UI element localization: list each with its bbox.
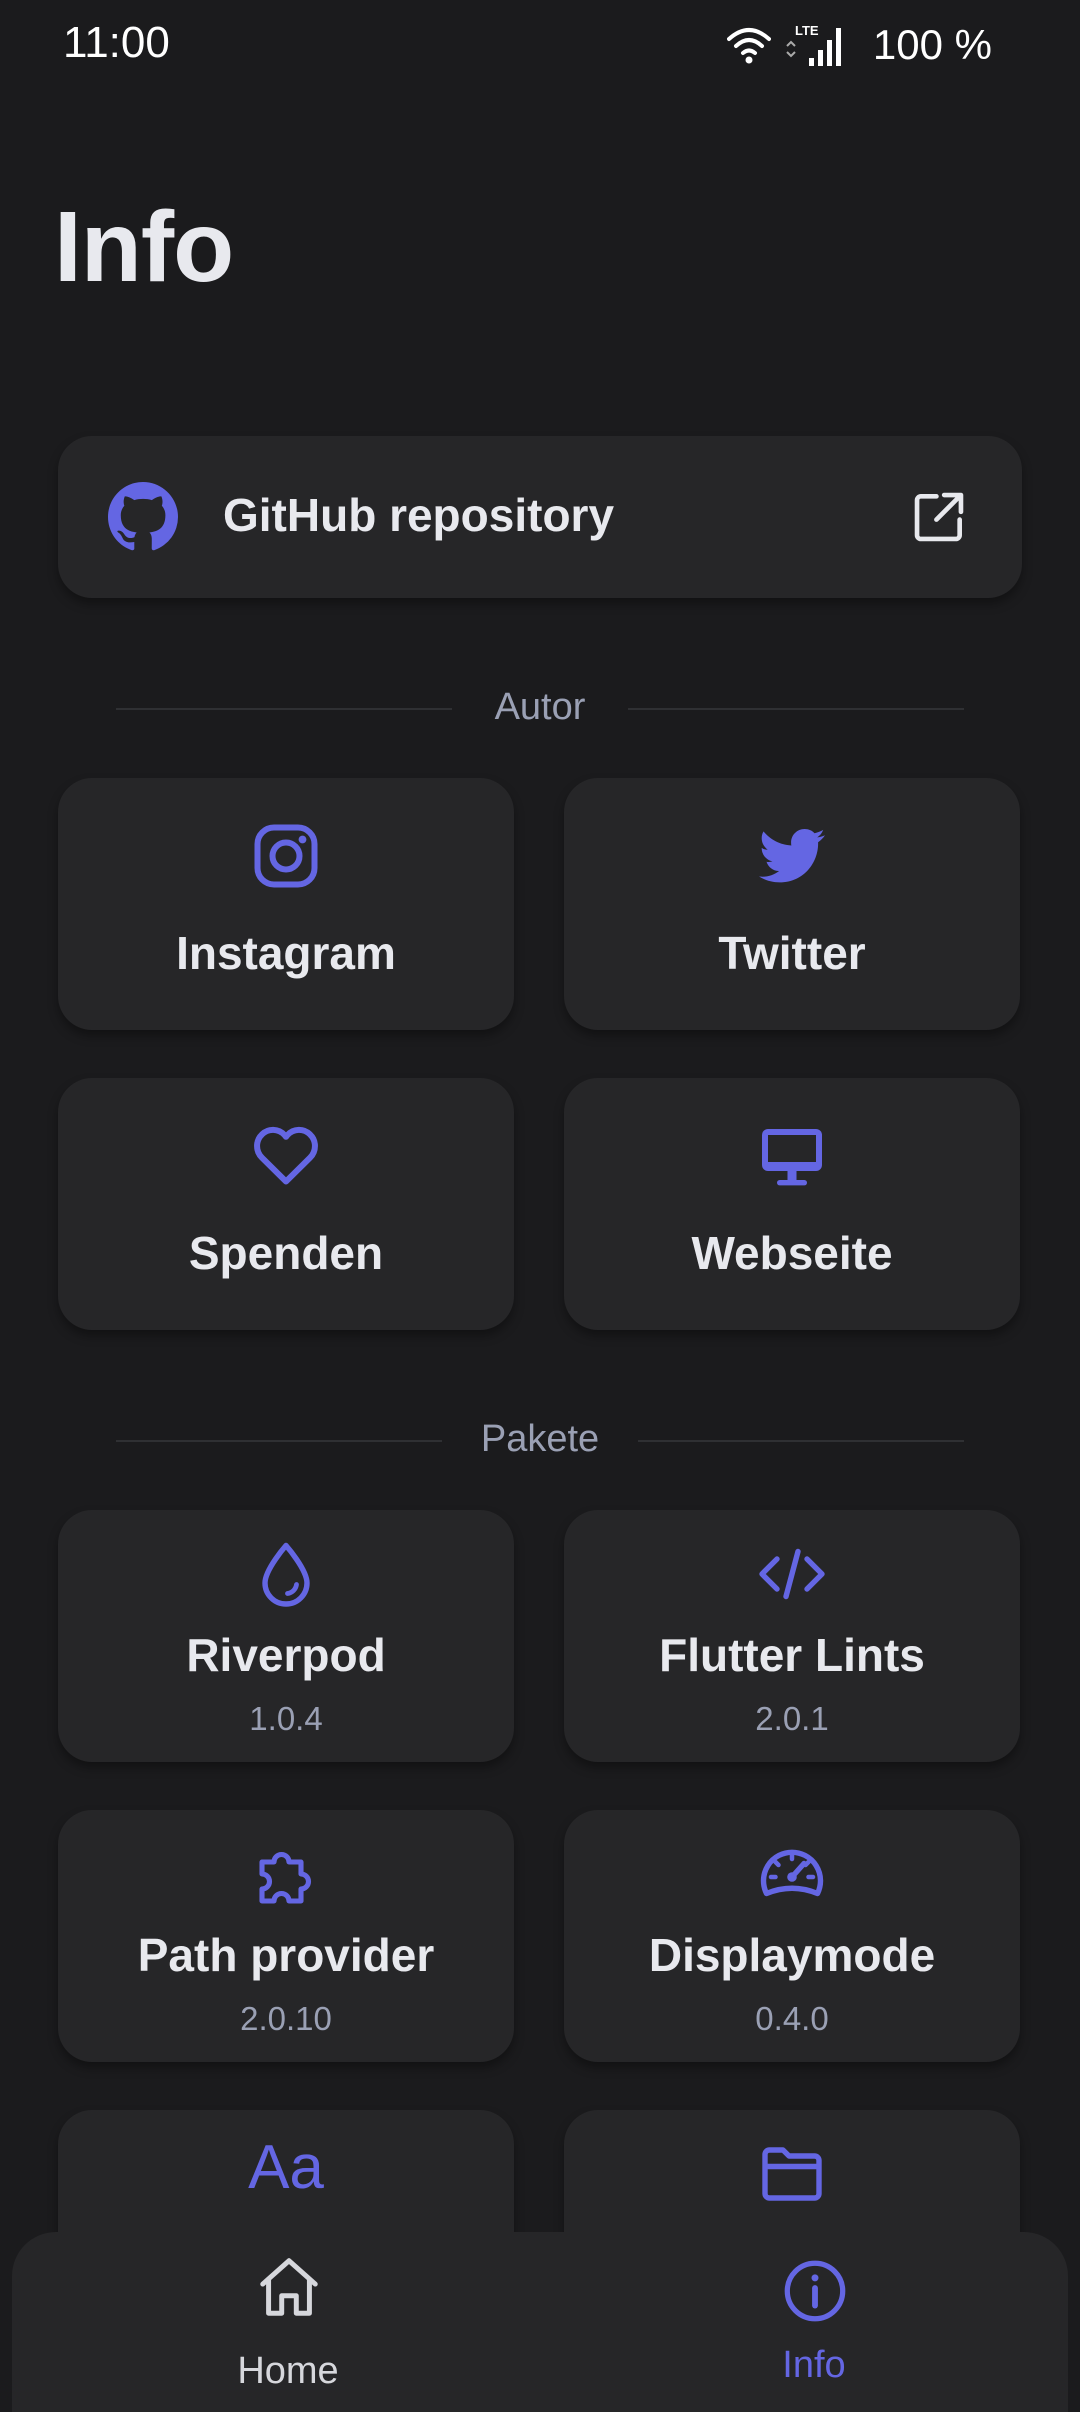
donate-label: Spenden (188, 1227, 384, 1279)
drop-icon (262, 1542, 310, 1607)
package-version: 2.0.10 (240, 2000, 332, 2037)
nav-home-label: Home (237, 2350, 339, 2392)
twitter-button[interactable]: Twitter (564, 778, 1020, 1030)
bottom-navigation-bar: Home Info (12, 2232, 1068, 2412)
network-type-label: LTE (795, 23, 819, 38)
package-flutter-lints[interactable]: Flutter Lints 2.0.1 (564, 1510, 1020, 1762)
heart-icon (254, 1126, 318, 1185)
wifi-icon (726, 28, 771, 64)
info-icon (784, 2260, 846, 2322)
package-riverpod[interactable]: Riverpod 1.0.4 (58, 1510, 514, 1762)
package-name: Path provider (137, 1929, 435, 1981)
instagram-label: Instagram (176, 927, 396, 979)
github-repository-label: GitHub repository (223, 489, 615, 541)
github-icon (108, 482, 178, 551)
external-link-icon (914, 492, 964, 542)
home-icon (260, 2258, 318, 2316)
status-icons: LTE 100 % (726, 18, 992, 72)
section-divider-packages: Pakete (116, 1410, 964, 1470)
package-name: Riverpod (186, 1629, 386, 1681)
battery-percentage: 100 % (872, 21, 992, 68)
twitter-icon (759, 829, 825, 883)
instagram-button[interactable]: Instagram (58, 778, 514, 1030)
package-path-provider[interactable]: Path provider 2.0.10 (58, 1810, 514, 2062)
status-time: 11:00 (63, 18, 170, 67)
website-button[interactable]: Webseite (564, 1078, 1020, 1330)
page-title: Info (54, 191, 234, 303)
twitter-label: Twitter (718, 927, 866, 979)
divider-line (638, 1440, 964, 1442)
package-version: 2.0.1 (755, 1700, 829, 1737)
package-name: Displaymode (648, 1929, 936, 1981)
github-repository-button[interactable]: GitHub repository (58, 436, 1022, 598)
status-bar: 11:00 LTE 100 % (0, 0, 1080, 90)
website-label: Webseite (691, 1227, 893, 1279)
nav-home[interactable]: Home (138, 2232, 438, 2400)
nav-info[interactable]: Info (664, 2232, 964, 2400)
donate-button[interactable]: Spenden (58, 1078, 514, 1330)
puzzle-icon (259, 1852, 311, 1904)
instagram-icon (254, 824, 318, 888)
section-divider-author: Autor (116, 678, 964, 738)
signal-icon: LTE (786, 23, 841, 66)
nav-info-label: Info (782, 2344, 846, 2386)
package-displaymode[interactable]: Displaymode 0.4.0 (564, 1810, 1020, 2062)
gauge-icon (760, 1849, 824, 1897)
code-icon (759, 1548, 825, 1600)
package-version: 0.4.0 (755, 2000, 829, 2037)
desktop-icon (762, 1129, 822, 1186)
package-name: Flutter Lints (659, 1629, 925, 1681)
folder-icon (762, 2147, 822, 2201)
font-icon: Aa (248, 2133, 324, 2202)
divider-line (628, 708, 964, 710)
package-version: 1.0.4 (249, 1700, 323, 1737)
